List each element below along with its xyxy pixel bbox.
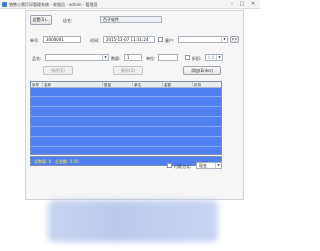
unit-field[interactable] — [158, 54, 178, 61]
table-header: 序号 名称 数量 单位 金额 折扣 — [31, 82, 221, 88]
unit-label: 单位: — [146, 56, 156, 61]
close-button[interactable]: ✕ — [249, 1, 257, 7]
payment-method-value: 现金 — [199, 163, 207, 168]
title-bar[interactable]: 销售小票打印管理系统 - 收银员 - admin - 管理员 – □ ✕ — [0, 0, 260, 9]
column-header[interactable]: 序号 — [31, 82, 43, 88]
chevron-down-icon: ▼ — [215, 163, 221, 168]
order-time-field[interactable]: 2015-12-07 11:31:24 — [103, 36, 155, 43]
order-number-label: 单号: — [30, 38, 40, 43]
blurred-region — [48, 200, 218, 242]
row-divider — [31, 136, 221, 137]
order-number-field[interactable]: 3000001 — [43, 36, 81, 43]
column-header[interactable]: 金额 — [163, 82, 193, 88]
payment-method-select[interactable]: 现金 ▼ — [196, 162, 222, 169]
column-header[interactable]: 数量 — [103, 82, 133, 88]
column-header[interactable]: 名称 — [43, 82, 103, 88]
row-divider — [31, 126, 221, 127]
column-header[interactable]: 折扣 — [193, 82, 221, 88]
row-divider — [31, 96, 221, 97]
customer-label: 客户: — [165, 38, 175, 43]
chevron-down-icon: ▼ — [221, 37, 227, 42]
row-divider — [31, 116, 221, 117]
customer-select[interactable]: ▼ — [178, 36, 228, 43]
add-item-button[interactable]: 添加(Enter) — [183, 66, 221, 75]
chevron-down-icon: ▼ — [102, 55, 108, 60]
column-header[interactable]: 单位 — [133, 82, 163, 88]
modify-button[interactable]: 修改(E) — [43, 66, 73, 75]
maximize-button[interactable]: □ — [238, 1, 246, 7]
chevron-down-icon: ▼ — [216, 55, 222, 60]
app-icon — [2, 2, 7, 7]
discount-checkbox[interactable] — [185, 55, 190, 60]
store-label: 店名: — [63, 18, 73, 23]
discount-select[interactable]: 0.8 ▼ — [205, 54, 223, 61]
discount-value: 0.8 — [208, 55, 215, 60]
discount-label: 折扣: — [192, 56, 202, 61]
total-amount: 总金额: 0.00 — [55, 159, 79, 164]
row-divider — [31, 146, 221, 147]
window-title: 销售小票打印管理系统 - 收银员 - admin - 管理员 — [9, 2, 98, 7]
total-quantity: 总数量: 0 — [34, 159, 52, 164]
payment-label: 付款方式: — [174, 164, 192, 169]
qty-field[interactable]: 1 — [124, 54, 142, 61]
settings-button[interactable]: 设置(S)... — [30, 15, 52, 25]
delete-button[interactable]: 删除(D) — [113, 66, 143, 75]
row-divider — [31, 106, 221, 107]
app-window: 销售小票打印管理系统 - 收银员 - admin - 管理员 – □ ✕ 设置(… — [0, 0, 260, 251]
summary-bar: 总数量: 0 总金额: 0.00 — [30, 156, 222, 166]
item-name-label: 品名: — [32, 56, 42, 61]
more-customer-button[interactable]: >> — [230, 36, 239, 43]
qty-label: 数量: — [111, 56, 121, 61]
minimize-button[interactable]: – — [228, 1, 236, 7]
customer-checkbox[interactable] — [158, 37, 163, 42]
item-name-select[interactable]: ▼ — [45, 54, 109, 61]
payment-checkbox[interactable] — [167, 163, 172, 168]
items-table[interactable]: 序号 名称 数量 单位 金额 折扣 — [30, 81, 222, 155]
store-name-field[interactable]: 百子软件 — [100, 16, 162, 23]
order-time-label: 时间: — [90, 38, 100, 43]
